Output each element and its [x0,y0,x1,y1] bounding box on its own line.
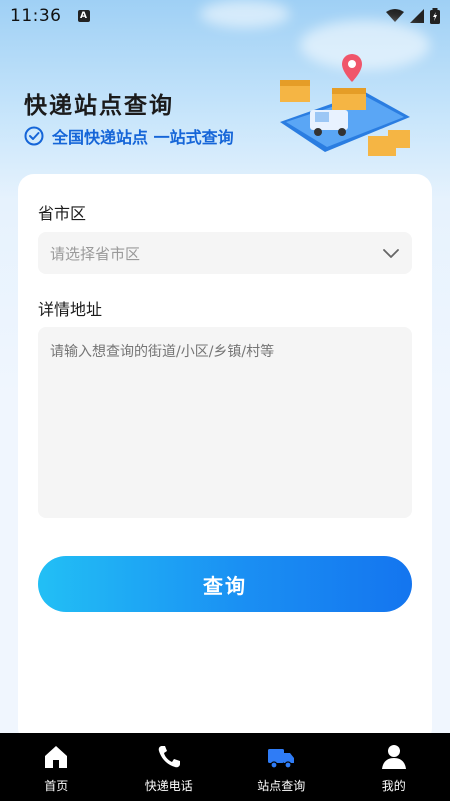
tab-label: 站点查询 [257,779,306,793]
truck-icon [268,749,295,769]
notification-badge: A [77,10,90,22]
phone-icon [158,746,180,768]
delivery-illustration [280,54,410,156]
query-form-card: 省市区 请选择省市区 详情地址 查询 [18,174,432,744]
tab-label: 快递电话 [144,779,193,793]
region-select[interactable]: 请选择省市区 [38,232,412,274]
status-icons [386,8,440,24]
tab-label: 我的 [381,779,406,793]
page-title: 快递站点查询 [24,93,174,119]
bottom-tab-bar: 首页 快递电话 站点查询 我的 [0,733,450,801]
query-button[interactable]: 查询 [38,556,412,612]
battery-icon [430,8,440,24]
tab-phone[interactable]: 快递电话 [113,733,226,801]
region-placeholder: 请选择省市区 [50,244,141,263]
tab-mine[interactable]: 我的 [338,733,450,801]
check-circle-icon [24,126,44,146]
signal-icon [410,9,424,23]
user-icon [381,745,406,769]
subtitle-text: 全国快递站点 一站式查询 [52,128,234,147]
status-time: 11:36 [10,6,62,26]
address-input[interactable] [38,327,412,518]
chevron-down-icon [383,249,399,258]
tab-home[interactable]: 首页 [0,733,113,801]
region-label: 省市区 [38,204,87,223]
tab-label: 首页 [44,779,69,793]
home-icon [45,746,68,768]
tab-station-query[interactable]: 站点查询 [225,733,338,801]
page-subtitle: 全国快递站点 一站式查询 [24,124,234,148]
address-label: 详情地址 [38,300,103,319]
cloud-decoration [200,0,290,28]
